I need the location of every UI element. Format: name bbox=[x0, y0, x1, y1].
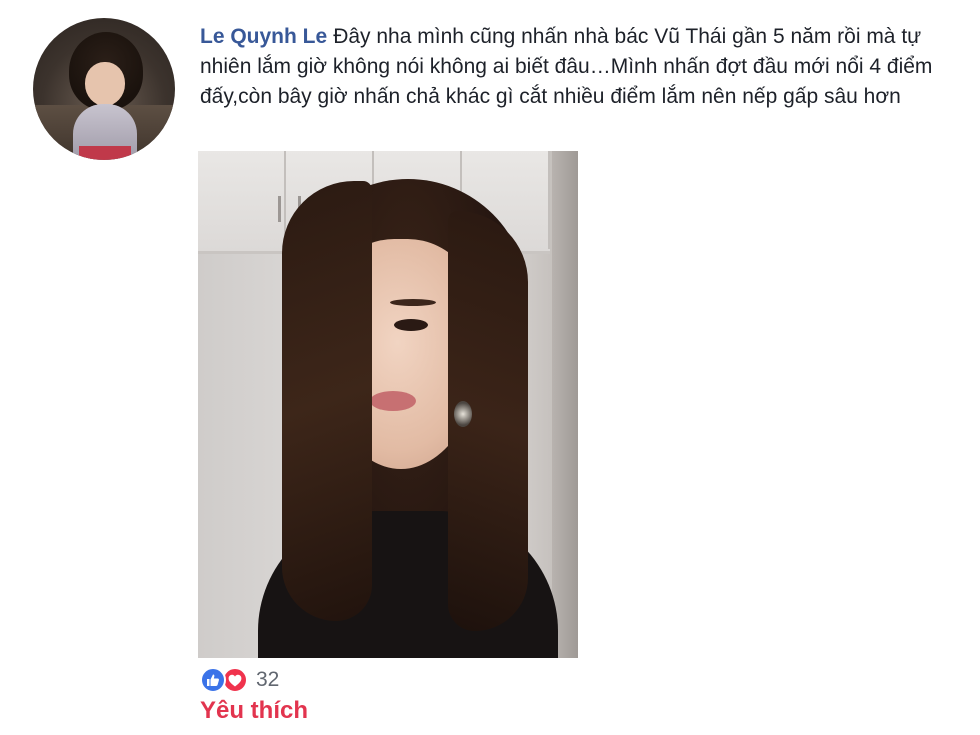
avatar[interactable] bbox=[33, 18, 175, 160]
reaction-count: 32 bbox=[256, 668, 280, 691]
photo-hair-front bbox=[282, 181, 372, 621]
attached-photo[interactable] bbox=[198, 151, 578, 658]
comment-card: Le Quynh Le Đây nha mình cũng nhấn nhà bá… bbox=[0, 0, 980, 735]
cabinet-door bbox=[198, 151, 286, 249]
comment-content: Le Quynh Le Đây nha mình cũng nhấn nhà bá… bbox=[200, 22, 960, 112]
cabinet-handle bbox=[278, 196, 281, 222]
avatar-face bbox=[85, 62, 125, 106]
photo-brow bbox=[390, 299, 436, 306]
photo-earring bbox=[454, 401, 472, 427]
like-icon bbox=[200, 667, 226, 693]
comment-text-block: Le Quynh Le Đây nha mình cũng nhấn nhà bá… bbox=[200, 22, 960, 112]
photo-lips bbox=[370, 391, 416, 411]
photo-eye bbox=[394, 319, 428, 331]
reactions-summary[interactable]: 32 bbox=[200, 666, 279, 694]
comment-author[interactable]: Le Quynh Le bbox=[200, 25, 327, 48]
like-button[interactable]: Yêu thích bbox=[200, 697, 308, 725]
photo-pillar bbox=[552, 151, 578, 658]
avatar-pants bbox=[79, 146, 131, 160]
